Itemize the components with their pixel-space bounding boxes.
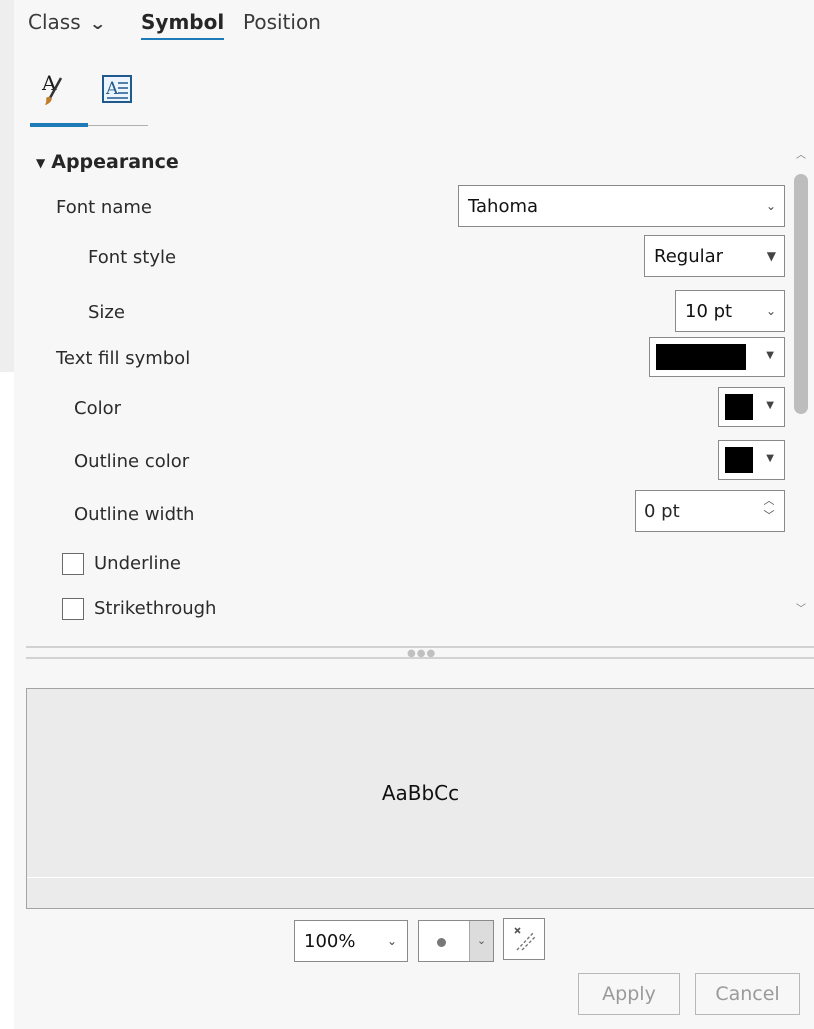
chevron-down-icon: ⌄ (469, 921, 493, 961)
font-style-select[interactable]: Regular ▼ (644, 235, 785, 277)
text-frame-icon: A (102, 75, 132, 103)
underline-label: Underline (94, 553, 181, 574)
outline-width-value: 0 pt (644, 500, 680, 522)
color-swatch (725, 394, 753, 420)
pane-splitter[interactable]: ●●● (26, 646, 814, 660)
preview-sample-text: AaBbCc (381, 781, 460, 805)
strikethrough-label: Strikethrough (94, 598, 217, 619)
section-title: Appearance (51, 151, 179, 173)
appearance-properties: ▼ Appearance Font name Tahoma ⌄ Font styl… (14, 140, 814, 634)
scroll-thumb[interactable] (794, 174, 808, 414)
chevron-down-icon: ⌄ (765, 199, 776, 213)
preview-separator (27, 877, 814, 878)
font-style-label: Font style (88, 247, 177, 268)
tab-position[interactable]: Position (243, 10, 321, 34)
text-symbol-tab[interactable]: A (30, 64, 88, 116)
text-symbol-brush-icon: A (41, 71, 63, 105)
dropdown-triangle-icon: ▼ (766, 400, 774, 411)
text-fill-swatch (656, 344, 746, 370)
svg-text:A: A (105, 79, 119, 99)
zoom-select[interactable]: 100% ⌄ (294, 920, 408, 962)
tab-symbol[interactable]: Symbol (141, 10, 225, 40)
splitter-line-bottom (26, 657, 814, 659)
symbol-preview: AaBbCc (26, 688, 814, 909)
left-edge-strip (0, 0, 14, 372)
chevron-down-icon: ⌄ (386, 934, 397, 948)
dropdown-triangle-icon: ▼ (766, 453, 774, 464)
text-fill-symbol-picker[interactable]: ▼ (649, 337, 785, 377)
font-name-value: Tahoma (468, 195, 539, 217)
apply-button[interactable]: Apply (578, 973, 680, 1015)
active-tab-indicator (30, 123, 88, 127)
reset-preview-button[interactable] (503, 918, 545, 960)
tab-divider (88, 125, 148, 126)
font-name-label: Font name (56, 197, 152, 218)
cancel-button[interactable]: Cancel (695, 973, 800, 1015)
clear-scale-icon (514, 927, 536, 951)
font-style-value: Regular (654, 245, 724, 267)
strikethrough-checkbox[interactable] (62, 598, 84, 620)
size-select[interactable]: 10 pt ⌄ (675, 290, 785, 332)
spin-buttons: ︿ ﹀ (760, 493, 778, 527)
color-label: Color (74, 398, 121, 419)
outline-width-label: Outline width (74, 504, 195, 525)
spin-up-icon[interactable]: ︿ (760, 493, 778, 508)
chevron-down-icon: ⌄ (765, 304, 776, 318)
chevron-down-icon: ⌄ (88, 14, 107, 33)
outline-color-swatch (725, 447, 753, 473)
outline-color-picker[interactable]: ▼ (718, 440, 785, 480)
size-label: Size (88, 302, 125, 323)
dropdown-triangle-icon: ▼ (766, 249, 776, 263)
appearance-section-header[interactable]: ▼ Appearance (36, 151, 179, 173)
underline-checkbox[interactable] (62, 553, 84, 575)
color-picker[interactable]: ▼ (718, 387, 785, 427)
preview-background-select[interactable]: ⌄ (418, 920, 494, 962)
zoom-value: 100% (304, 930, 356, 952)
text-fill-symbol-label: Text fill symbol (56, 348, 191, 369)
collapse-caret-icon: ▼ (36, 155, 46, 170)
scroll-down-icon[interactable]: ﹀ (790, 600, 812, 615)
dot-icon (437, 938, 446, 947)
scroll-up-icon[interactable]: ︿ (790, 146, 812, 161)
properties-scrollbar[interactable]: ︿ ﹀ (790, 140, 812, 620)
tab-class-label: Class (28, 10, 81, 34)
text-frame-tab[interactable]: A (88, 64, 146, 116)
spin-down-icon[interactable]: ﹀ (760, 508, 778, 523)
font-name-select[interactable]: Tahoma ⌄ (458, 185, 785, 227)
tab-class[interactable]: Class ⌄ (28, 10, 107, 34)
dropdown-triangle-icon: ▼ (766, 350, 774, 361)
size-value: 10 pt (685, 300, 733, 322)
outline-color-label: Outline color (74, 451, 190, 472)
outline-width-input[interactable]: 0 pt ︿ ﹀ (635, 490, 785, 532)
